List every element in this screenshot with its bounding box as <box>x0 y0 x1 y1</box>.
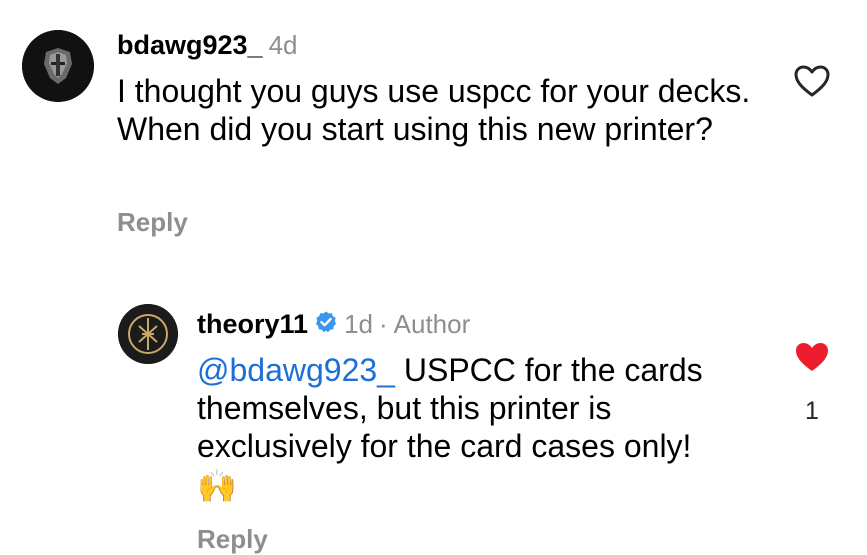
comment-2-reply-button[interactable]: Reply <box>197 524 268 555</box>
comment-2-author-tag: Author <box>393 309 471 339</box>
comment-1-reply-button[interactable]: Reply <box>117 207 188 238</box>
comment-1-time: 4d <box>268 30 298 60</box>
comment-1-header: bdawg923_ 4d <box>117 30 297 61</box>
comment-1-text: I thought you guys use uspcc for your de… <box>117 73 751 147</box>
avatar-theory11[interactable] <box>118 304 178 364</box>
comment-2-like-count: 1 <box>805 397 819 425</box>
theory11-logo-icon <box>118 304 178 364</box>
verified-badge-icon <box>314 310 338 339</box>
transformers-logo-icon <box>22 30 94 102</box>
comment-2-header: theory11 1d · Author <box>197 309 470 340</box>
comment-1-username[interactable]: bdawg923_ <box>117 30 263 61</box>
comment-2-username[interactable]: theory11 <box>197 309 308 340</box>
avatar-bdawg923[interactable] <box>22 30 94 102</box>
heart-outline-icon[interactable] <box>793 64 831 98</box>
heart-filled-icon[interactable] <box>793 340 831 374</box>
comment-2-separator: · <box>378 309 388 339</box>
comment-2-mention[interactable]: @bdawg923_ <box>197 352 395 388</box>
comment-2-time: 1d <box>344 309 373 339</box>
raising-hands-emoji: 🙌 <box>197 468 237 504</box>
comment-2-text: @bdawg923_ USPCC for the cards themselve… <box>197 351 757 465</box>
